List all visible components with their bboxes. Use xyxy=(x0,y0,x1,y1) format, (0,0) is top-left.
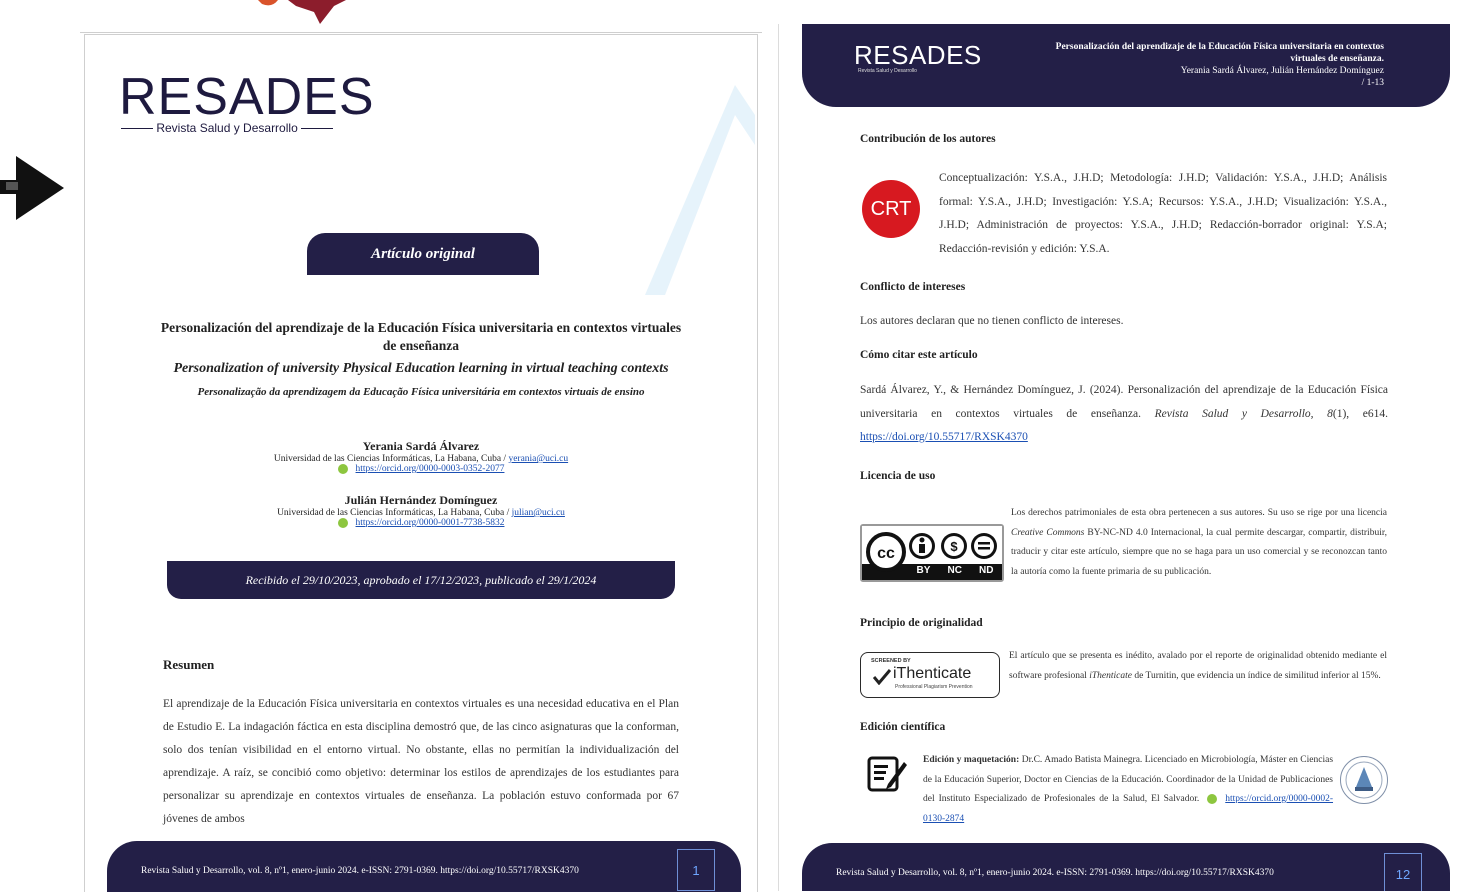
contributions-text: Conceptualización: Y.S.A., J.H.D; Metodo… xyxy=(939,172,1387,255)
decorative-chevron-icon xyxy=(645,85,755,295)
author-email-link[interactable]: julian@uci.cu xyxy=(512,508,565,518)
edit-document-icon xyxy=(867,756,907,792)
page-footer: Revista Salud y Desarrollo, vol. 8, nº1,… xyxy=(802,843,1450,891)
originality-text: El artículo que se presenta es inédito, … xyxy=(1009,647,1387,686)
ithenticate-name: iThenticate xyxy=(893,665,972,682)
author-affiliation: Universidad de las Ciencias Informáticas… xyxy=(145,454,697,464)
affiliation-text: Universidad de las Ciencias Informáticas… xyxy=(277,508,512,518)
contributions-heading: Contribución de los autores xyxy=(860,133,996,145)
title-spanish: Personalización del aprendizaje de la Ed… xyxy=(160,320,682,353)
author-name: Julián Hernández Domínguez xyxy=(344,493,498,507)
header-logo-subtitle: Revista Salud y Desarrollo xyxy=(858,68,917,74)
affiliation-text: Universidad de las Ciencias Informáticas… xyxy=(273,454,509,464)
citation-text: Sardá Álvarez, Y., & Hernández Domínguez… xyxy=(860,379,1388,450)
author-orcid: https://orcid.org/0000-0001-7738-5832 xyxy=(145,518,697,528)
previous-page-arrow-icon[interactable] xyxy=(0,152,66,224)
crt-icon: CRT xyxy=(862,180,920,238)
scientific-edition-heading: Edición científica xyxy=(860,721,946,733)
license-text-part1: Los derechos patrimoniales de esta obra … xyxy=(1011,508,1387,518)
abstract-text: El aprendizaje de la Educación Física un… xyxy=(163,698,679,825)
header-authors: Yerania Sardá Álvarez, Julián Hernández … xyxy=(1180,66,1384,76)
ithenticate-subtitle: Professional Plagiarism Prevention xyxy=(895,684,973,690)
citation-doi-link[interactable]: https://doi.org/10.55717/RXSK4370 xyxy=(860,431,1028,443)
page-top-border xyxy=(80,32,762,33)
page-number: 1 xyxy=(677,849,715,891)
svg-text:cc: cc xyxy=(877,545,895,562)
cc-license-badge[interactable]: cc $ BY NC ND xyxy=(860,524,1004,582)
orcid-link[interactable]: https://orcid.org/0000-0003-0352-2077 xyxy=(356,464,505,474)
crt-label: CRT xyxy=(870,197,912,220)
logo-subtitle-text: Revista Salud y Desarrollo xyxy=(156,121,298,135)
dates-banner: Recibido el 29/10/2023, aprobado el 17/1… xyxy=(167,561,675,599)
header-running-title: Personalización del aprendizaje de la Ed… xyxy=(1024,41,1384,89)
originality-software: iThenticate xyxy=(1089,670,1132,681)
citation-heading: Cómo citar este artículo xyxy=(860,349,978,361)
document-page-1: RESADES Revista Salud y Desarrollo Artíc… xyxy=(84,34,758,892)
citation-issue: (1), e614. xyxy=(1332,407,1389,420)
citation-journal: Revista Salud y Desarrollo, xyxy=(1154,407,1314,420)
institution-seal-icon xyxy=(1340,756,1388,804)
author-orcid: https://orcid.org/0000-0003-0352-2077 xyxy=(145,464,697,474)
journal-logo: RESADES xyxy=(119,71,375,123)
author-email-link[interactable]: yerania@uci.cu xyxy=(508,454,568,464)
author-block-1: Yerania Sardá Álvarez Universidad de las… xyxy=(145,439,697,474)
edition-label: Edición y maquetación: xyxy=(923,755,1020,765)
page-header: RESADES Revista Salud y Desarrollo Perso… xyxy=(802,24,1450,107)
footer-citation: Revista Salud y Desarrollo, vol. 8, nº1,… xyxy=(836,868,1274,878)
article-type-label: Artículo original xyxy=(371,245,475,262)
footer-citation: Revista Salud y Desarrollo, vol. 8, nº1,… xyxy=(141,866,579,876)
title-portuguese: Personalização da aprendizagem da Educaç… xyxy=(197,386,645,398)
journal-logo-text: RESADES xyxy=(119,68,375,126)
license-cc-name: Creative Commons xyxy=(1011,527,1085,538)
page-footer: Revista Salud y Desarrollo, vol. 8, nº1,… xyxy=(107,841,741,892)
cc-label-by: BY xyxy=(916,565,931,576)
page-separator xyxy=(778,24,779,891)
document-page-12: RESADES Revista Salud y Desarrollo Perso… xyxy=(786,0,1456,891)
originality-text-part2: de Turnitin, que evidencia un índice de … xyxy=(1134,670,1381,681)
dates-text: Recibido el 29/10/2023, aprobado el 17/1… xyxy=(245,572,597,587)
scientific-edition-text: Edición y maquetación: Dr.C. Amado Batis… xyxy=(923,751,1333,829)
originality-heading: Principio de originalidad xyxy=(860,617,983,629)
orcid-icon xyxy=(337,518,348,528)
article-type-tab: Artículo original xyxy=(307,233,539,275)
svg-text:$: $ xyxy=(950,539,958,554)
author-affiliation: Universidad de las Ciencias Informáticas… xyxy=(145,508,697,518)
header-pages: / 1-13 xyxy=(1361,78,1384,88)
ithenticate-badge[interactable]: SCREENED BY iThenticate Professional Pla… xyxy=(860,652,1000,698)
orcid-link[interactable]: https://orcid.org/0000-0001-7738-5832 xyxy=(356,518,505,528)
license-heading: Licencia de uso xyxy=(860,470,936,482)
abstract-heading: Resumen xyxy=(163,657,215,672)
journal-logo-subtitle: Revista Salud y Desarrollo xyxy=(121,121,334,135)
conflict-heading: Conflicto de intereses xyxy=(860,281,966,293)
cc-labels: BY NC ND xyxy=(908,565,1002,576)
orcid-icon xyxy=(1207,793,1218,804)
cc-label-nd: ND xyxy=(979,565,994,576)
author-block-2: Julián Hernández Domínguez Universidad d… xyxy=(145,493,697,528)
page-number: 12 xyxy=(1384,853,1422,891)
decorative-star-icon xyxy=(258,0,346,24)
conflict-text: Los autores declaran que no tienen confl… xyxy=(860,315,1124,327)
author-name: Yerania Sardá Álvarez xyxy=(362,439,480,453)
license-text: Los derechos patrimoniales de esta obra … xyxy=(1011,504,1387,582)
title-english: Personalization of university Physical E… xyxy=(173,361,669,376)
header-logo: RESADES xyxy=(854,40,982,70)
ithenticate-top-label: SCREENED BY xyxy=(871,658,911,664)
checkmark-icon xyxy=(873,669,891,685)
orcid-icon xyxy=(337,464,348,474)
header-title: Personalización del aprendizaje de la Ed… xyxy=(1055,42,1384,64)
cc-label-nc: NC xyxy=(947,565,962,576)
